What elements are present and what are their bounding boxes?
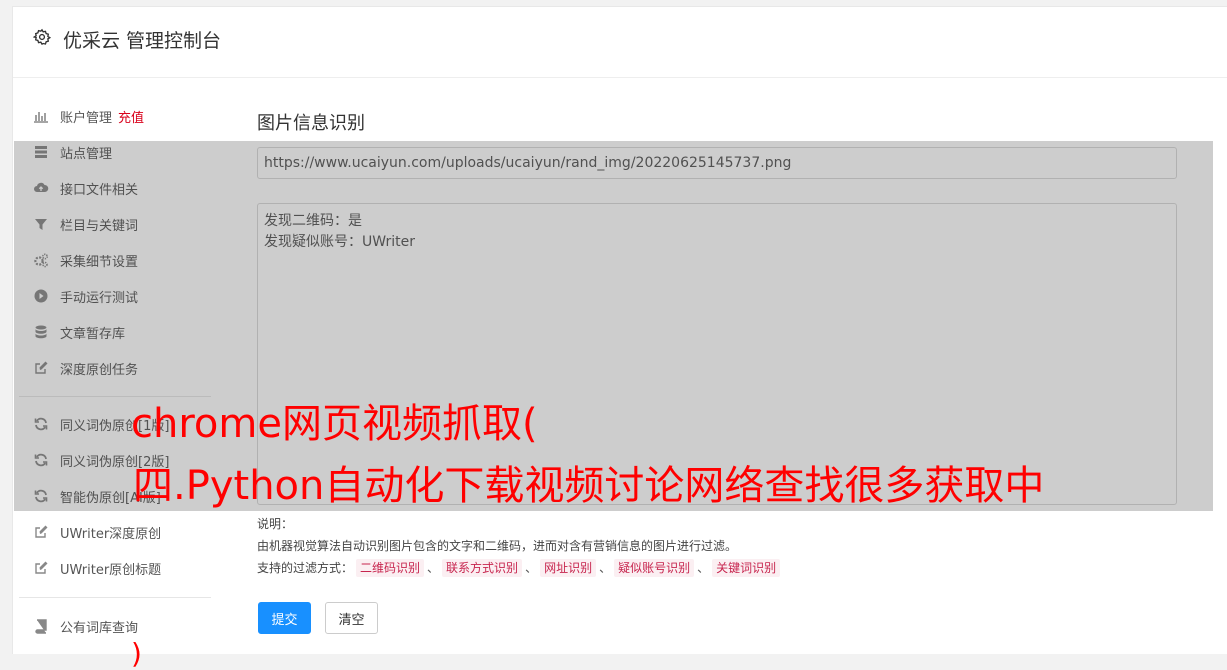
filter-icon	[33, 216, 49, 232]
clear-button[interactable]: 清空	[325, 602, 378, 634]
watermark-line-2: 四.Python自动化下载视频讨论网络查找很多获取中	[133, 463, 1045, 509]
sidebar-item-label: 接口文件相关	[60, 182, 139, 198]
recharge-link[interactable]: 充值	[118, 107, 144, 126]
filter-tag: 疑似账号识别	[614, 559, 695, 577]
submit-button[interactable]: 提交	[258, 602, 311, 634]
sidebar-item-account[interactable]: 账户管理 充值	[19, 102, 144, 130]
edit-icon	[33, 360, 49, 376]
description: 说明： 由机器视觉算法自动识别图片包含的文字和二维码，进而对含有营销信息的图片进…	[257, 513, 783, 579]
filter-methods: 支持的过滤方式： 二维码识别、联系方式识别、网址识别、疑似账号识别、关键词识别	[257, 557, 783, 579]
image-url-input[interactable]	[257, 147, 1177, 179]
sidebar-item-label: 手动运行测试	[60, 290, 139, 306]
refresh-icon	[33, 488, 49, 504]
database-icon	[33, 324, 49, 340]
sidebar-item-uwriter-title[interactable]: UWriter原创标题	[19, 554, 161, 582]
bar-chart-icon	[33, 108, 49, 124]
cogs-icon	[33, 252, 49, 268]
server-icon	[33, 144, 49, 160]
filter-tag: 网址识别	[540, 559, 597, 577]
sidebar-item-api-files[interactable]: 接口文件相关	[19, 174, 138, 202]
filter-tag: 联系方式识别	[442, 559, 523, 577]
separator: 、	[697, 561, 710, 575]
watermark-line-1: chrome网页视频抓取(	[131, 401, 538, 447]
sidebar-item-label: 采集细节设置	[60, 254, 139, 270]
edit-icon	[33, 524, 49, 540]
refresh-icon	[33, 452, 49, 468]
sidebar-item-label: 文章暂存库	[60, 326, 126, 342]
gear-icon	[33, 28, 51, 46]
sidebar-divider	[19, 597, 211, 598]
play-circle-icon	[33, 288, 49, 304]
sidebar-item-label: 栏目与关键词	[60, 218, 139, 234]
separator: 、	[427, 561, 440, 575]
edit-icon	[33, 560, 49, 576]
sidebar-item-label: 站点管理	[60, 146, 113, 162]
refresh-icon	[33, 416, 49, 432]
sidebar-item-article-storage[interactable]: 文章暂存库	[19, 318, 125, 346]
recognition-result-textarea[interactable]: 发现二维码：是 发现疑似账号：UWriter	[257, 203, 1177, 505]
sidebar-item-label: 深度原创任务	[60, 362, 139, 378]
sidebar-item-label: 公有词库查询	[60, 620, 139, 636]
sidebar-item-public-lexicon[interactable]: 公有词库查询	[19, 612, 138, 640]
sidebar-item-collect-settings[interactable]: 采集细节设置	[19, 246, 138, 274]
book-icon	[33, 618, 49, 634]
filter-tag: 关键词识别	[712, 559, 781, 577]
sidebar-item-columns-keywords[interactable]: 栏目与关键词	[19, 210, 138, 238]
separator: 、	[599, 561, 612, 575]
filter-tag: 二维码识别	[356, 559, 425, 577]
description-label: 说明：	[257, 517, 294, 531]
sidebar-item-manual-test[interactable]: 手动运行测试	[19, 282, 138, 310]
sidebar-item-label: 账户管理	[60, 110, 113, 126]
sidebar-divider	[19, 396, 211, 397]
app-title: 优采云 管理控制台	[63, 30, 222, 52]
card-header: 优采云 管理控制台	[13, 7, 1227, 78]
watermark-line-3: )	[131, 637, 142, 670]
sidebar-item-deep-original-task[interactable]: 深度原创任务	[19, 354, 138, 382]
description-text: 由机器视觉算法自动识别图片包含的文字和二维码，进而对含有营销信息的图片进行过滤。	[257, 539, 738, 553]
cloud-upload-icon	[33, 180, 49, 196]
sidebar-item-label: UWriter深度原创	[60, 526, 162, 542]
separator: 、	[525, 561, 538, 575]
sidebar-item-sites[interactable]: 站点管理	[19, 138, 112, 166]
page-title: 图片信息识别	[257, 113, 365, 134]
sidebar-item-uwriter-deep[interactable]: UWriter深度原创	[19, 518, 161, 546]
sidebar-item-label: UWriter原创标题	[60, 562, 162, 578]
filter-methods-label: 支持的过滤方式：	[257, 561, 354, 575]
